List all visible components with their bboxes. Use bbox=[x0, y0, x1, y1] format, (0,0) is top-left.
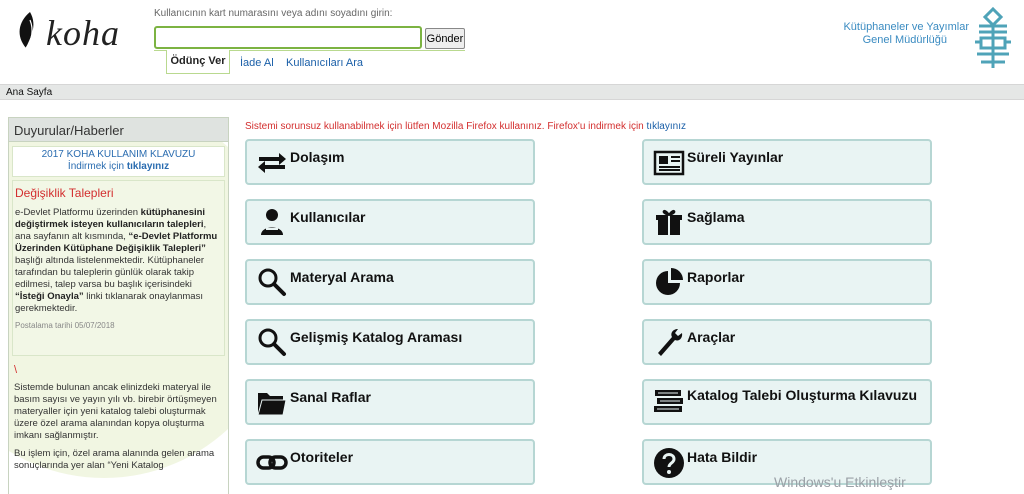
header: koha Kullanıcının kart numarasını veya a… bbox=[0, 0, 1024, 84]
koha-staff-home: koha Kullanıcının kart numarasını veya a… bbox=[0, 0, 1024, 494]
menu-label-circulation: Dolaşım bbox=[290, 149, 345, 165]
announcements-title: Duyurular/Haberler bbox=[9, 118, 228, 142]
menu-label-lists: Sanal Raflar bbox=[290, 389, 371, 405]
menu-acquisitions[interactable]: Sağlama bbox=[642, 199, 932, 245]
firefox-notice: Sistemi sorunsuz kullanabilmek için lütf… bbox=[245, 121, 686, 132]
manual-download-prefix: İndirmek için bbox=[67, 161, 127, 172]
manual-download-link[interactable]: tıklayınız bbox=[127, 161, 169, 172]
menu-tools[interactable]: Araçlar bbox=[642, 319, 932, 365]
menu-label-catalog-guide: Katalog Talebi Oluşturma Kılavuzu bbox=[687, 387, 918, 403]
menu-label-catalog-search: Materyal Arama bbox=[290, 269, 394, 285]
announcements-panel: Duyurular/Haberler 2017 KOHA KULLANIM KL… bbox=[8, 117, 229, 494]
menu-catalog-search[interactable]: Materyal Arama bbox=[245, 259, 535, 305]
submit-button[interactable]: Gönder bbox=[425, 28, 465, 49]
menu-lists[interactable]: Sanal Raflar bbox=[245, 379, 535, 425]
firefox-notice-text: Sistemi sorunsuz kullanabilmek için lütf… bbox=[245, 121, 647, 132]
menu-catalog-guide[interactable]: Katalog Talebi Oluşturma Kılavuzu bbox=[642, 379, 932, 425]
menu-label-advanced-search: Gelişmiş Katalog Araması bbox=[290, 329, 463, 345]
news-body-segment: başlığı altında listelenmektedir. Kütüph… bbox=[15, 255, 205, 290]
menu-label-patrons: Kullanıcılar bbox=[290, 209, 366, 225]
news2-mark: \ bbox=[14, 364, 18, 376]
tab-search-patrons[interactable]: Kullanıcıları Ara bbox=[286, 57, 363, 69]
organization-name: Kütüphaneler ve Yayımlar Genel Müdürlüğü bbox=[809, 21, 969, 47]
patron-search-input[interactable] bbox=[154, 26, 422, 49]
menu-label-tools: Araçlar bbox=[687, 329, 736, 345]
manual-download-line: İndirmek için tıklayınız bbox=[13, 161, 224, 173]
menu-label-serials: Süreli Yayınlar bbox=[687, 149, 784, 165]
organization-emblem-icon bbox=[975, 6, 1011, 68]
search-prompt: Kullanıcının kart numarasını veya adını … bbox=[154, 8, 393, 19]
authorities-link-icon bbox=[256, 455, 288, 470]
serials-newspaper-icon bbox=[653, 150, 685, 176]
news2-body: Sistemde bulunan ancak elinizdeki matery… bbox=[14, 382, 217, 441]
advanced-search-magnifier-icon bbox=[258, 328, 286, 356]
menu-advanced-search[interactable]: Gelişmiş Katalog Araması bbox=[245, 319, 535, 365]
menu-label-report-bug: Hata Bildir bbox=[687, 449, 758, 465]
firefox-download-link[interactable]: tıklayınız bbox=[647, 121, 686, 132]
news-body-segment: e-Devlet Platformu üzerinden bbox=[15, 207, 141, 218]
news-item-copy-cataloging: \ Sistemde bulunan ancak elinizdeki mate… bbox=[14, 364, 223, 472]
windows-activation-watermark: Windows'u Etkinleştir bbox=[774, 474, 906, 490]
catalog-books-icon bbox=[654, 390, 683, 412]
menu-label-acquisitions: Sağlama bbox=[687, 209, 745, 225]
koha-leaf-icon bbox=[19, 12, 34, 49]
news-body: e-Devlet Platformu üzerinden kütüphanesi… bbox=[15, 207, 222, 315]
koha-logo[interactable]: koha bbox=[12, 8, 136, 56]
breadcrumb: Ana Sayfa bbox=[0, 84, 1024, 100]
tools-wrench-icon bbox=[658, 329, 683, 356]
menu-circulation[interactable]: Dolaşım bbox=[245, 139, 535, 185]
breadcrumb-home[interactable]: Ana Sayfa bbox=[6, 87, 52, 98]
help-question-icon bbox=[654, 448, 684, 478]
news2-body2: Bu işlem için, özel arama alanında gelen… bbox=[14, 448, 215, 471]
org-name-line1: Kütüphaneler ve Yayımlar bbox=[843, 21, 969, 33]
search-magnifier-icon bbox=[258, 268, 286, 296]
patrons-person-icon bbox=[261, 209, 283, 235]
news-body-segment: “İsteği Onayla” bbox=[15, 291, 84, 302]
menu-authorities[interactable]: Otoriteler bbox=[245, 439, 535, 485]
reports-pie-icon bbox=[656, 268, 683, 295]
tab-checkout[interactable]: Ödünç Ver bbox=[166, 50, 230, 74]
menu-reports[interactable]: Raporlar bbox=[642, 259, 932, 305]
acquisitions-gift-icon bbox=[656, 209, 682, 235]
circulation-arrows-icon bbox=[258, 153, 286, 173]
news-date: Postalama tarihi 05/07/2018 bbox=[15, 321, 115, 330]
menu-label-authorities: Otoriteler bbox=[290, 449, 354, 465]
koha-logo-text: koha bbox=[46, 13, 120, 53]
lists-folder-icon bbox=[257, 393, 287, 416]
menu-serials[interactable]: Süreli Yayınlar bbox=[642, 139, 932, 185]
manual-title: 2017 KOHA KULLANIM KLAVUZU bbox=[41, 149, 196, 160]
tab-checkin[interactable]: İade Al bbox=[240, 57, 274, 69]
manual-download-box: 2017 KOHA KULLANIM KLAVUZU İndirmek için… bbox=[12, 146, 225, 177]
menu-label-reports: Raporlar bbox=[687, 269, 745, 285]
org-name-line2: Genel Müdürlüğü bbox=[862, 34, 947, 46]
news-item-change-requests: Değişiklik Talepleri e-Devlet Platformu … bbox=[12, 180, 225, 356]
news-title: Değişiklik Talepleri bbox=[15, 186, 114, 200]
menu-patrons[interactable]: Kullanıcılar bbox=[245, 199, 535, 245]
